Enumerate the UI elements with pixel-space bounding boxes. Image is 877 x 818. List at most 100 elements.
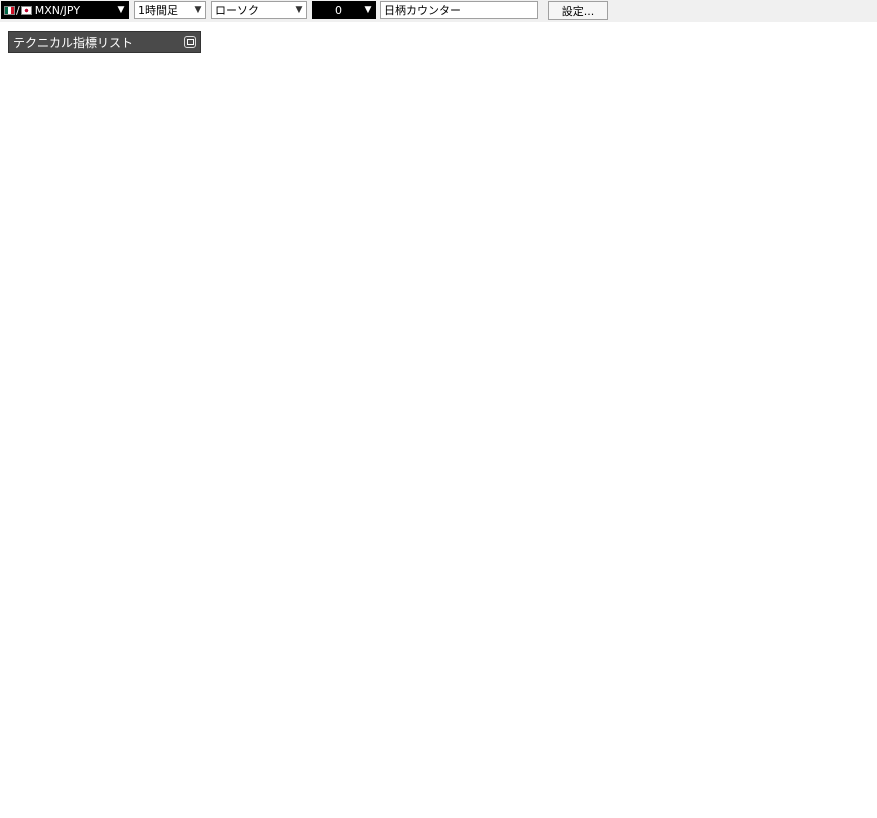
currency-pair-select[interactable]: / MXN/JPY ▼ [1,1,129,19]
candle-body [416,232,422,240]
toolbar: / MXN/JPY ▼ 1時間足 ▼ ローソク ▼ 0 ▼ 日柄カウンター 設定… [0,0,877,22]
candle-body [249,262,255,274]
candle-body [423,232,429,247]
bottom-indicator-line [0,781,809,793]
macd-histogram-bar [157,672,161,677]
price-axis-label: 9.10 [829,458,854,471]
candle-body [181,304,187,312]
candle-body [689,278,695,292]
macd-histogram-bar [231,672,235,678]
price-annotation: 9.174 [336,266,368,279]
candle-body [751,231,757,238]
macd-histogram-bar [702,668,706,672]
candle-body [429,228,435,241]
candle-body [156,313,162,321]
time-axis-label: 05月18日 [642,803,692,816]
macd-histogram-bar [275,672,279,685]
time-axis-label: 05月19日 [757,803,807,816]
candle-body [509,257,515,269]
candle-body [460,221,466,230]
candle-body [664,301,670,308]
macd-histogram-bar [8,672,12,682]
macd-histogram-bar [163,672,167,677]
macd-histogram-bar [120,672,124,679]
macd-histogram-bar [628,660,632,672]
candle-body [596,339,602,348]
candle-body [7,338,13,344]
macd-histogram-bar [746,668,750,672]
candle-body [584,344,590,351]
collapse-icon[interactable] [184,36,196,48]
chevron-down-icon[interactable]: ▼ [361,2,375,18]
macd-histogram-bar [293,672,297,683]
candle-body [38,338,44,347]
macd-histogram-bar [740,668,744,672]
candle-body [522,302,528,318]
chevron-down-icon[interactable]: ▼ [114,2,128,18]
interval-label: 1時間足 [138,4,178,17]
bollinger-upper-left [0,253,301,320]
candle-body [230,290,236,305]
count-select[interactable]: 0 ▼ [312,1,376,19]
price-annotation: 9.167 [715,285,747,298]
cloud-blue [0,250,812,410]
candle-body [94,335,100,353]
candle-body [534,340,540,356]
candle-body [571,362,577,367]
chevron-down-icon[interactable]: ▼ [292,2,306,18]
chevron-down-icon[interactable]: ▼ [191,2,205,18]
macd-histogram-bar [473,672,477,678]
macd-histogram-bar [585,672,589,704]
macd-histogram-bar [609,659,613,672]
macd-histogram-bar [733,668,737,672]
macd-histogram-bar [690,663,694,672]
macd-histogram-bar [169,672,173,677]
candle-body [472,214,478,228]
indicator-list-panel[interactable]: テクニカル指標リスト [8,31,201,53]
price-axis-label: 9.25 [829,64,854,77]
macd-histogram-bar [349,672,353,681]
macd-histogram-bar [64,672,68,682]
candle-body [330,210,336,219]
macd-histogram-bar [616,659,620,672]
macd-axis-label: 0.013 [829,618,861,631]
macd-histogram-bar [647,660,651,672]
interval-select[interactable]: 1時間足 ▼ [134,1,206,19]
chart-style-select[interactable]: ローソク ▼ [211,1,307,19]
macd-histogram-bar [578,672,582,703]
macd-histogram-bar [126,672,130,678]
candle-body [137,316,143,332]
date-counter-label: 日柄カウンター [384,4,461,17]
candle-body [367,225,373,236]
candle-body [150,317,156,322]
candle-body [261,243,267,259]
bollinger-lower-outer [0,349,811,506]
price-chart[interactable]: 9.1629.1549.1279.1679.1509.1779.2009.200… [0,0,877,818]
date-counter-field[interactable]: 日柄カウンター [380,1,538,19]
macd-histogram-bar [45,672,49,682]
candle-body [323,211,329,226]
candle-body [305,214,311,224]
macd-histogram-bar [107,672,111,679]
macd-histogram-bar [591,658,595,672]
candle-body [788,205,794,223]
candle-body [44,339,50,352]
macd-histogram-bar [504,672,508,678]
macd-panel [8,658,799,704]
macd-histogram-bar [312,672,316,681]
macd-histogram-bar [671,662,675,672]
candle-body [714,261,720,271]
macd-axis-label: 0.025 [829,568,861,581]
macd-histogram-bar [392,672,396,687]
candle-body [237,276,243,291]
red-oscillator-line [0,203,666,407]
macd-histogram-bar [547,672,551,696]
price-axis-label: 9.15 [829,327,854,340]
macd-histogram-bar [82,672,86,682]
candle-body [243,268,249,283]
settings-button[interactable]: 設定... [548,1,608,20]
ichimoku-cloud [0,250,812,410]
candle-body [373,224,379,234]
macd-histogram-bar [76,672,80,682]
candle-body [274,231,280,244]
